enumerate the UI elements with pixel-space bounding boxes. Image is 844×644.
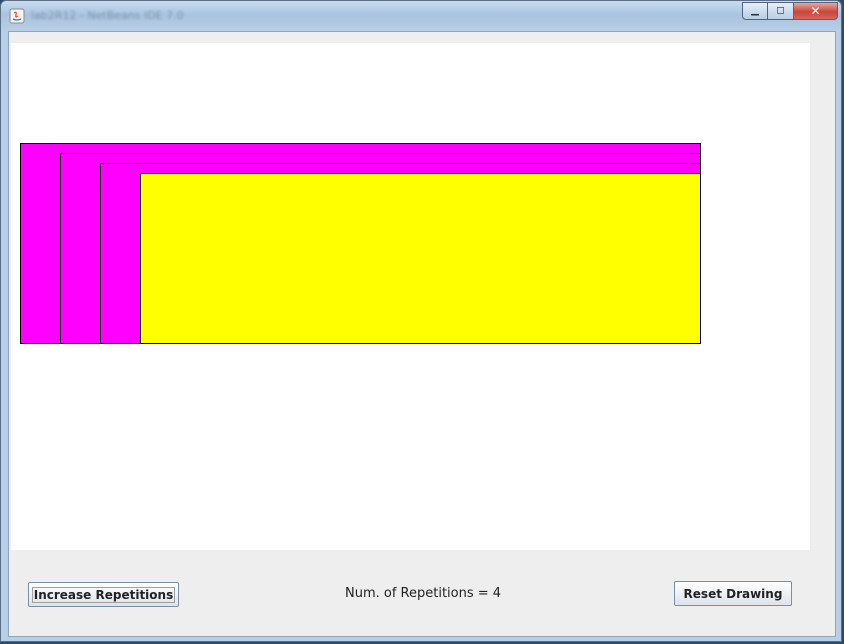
java-app-icon xyxy=(9,8,25,24)
maximize-icon: ◻ xyxy=(776,5,785,16)
increase-repetitions-button[interactable]: Increase Repetitions xyxy=(28,582,179,607)
drawing-canvas xyxy=(11,43,810,550)
repetitions-status: Num. of Repetitions = 4 xyxy=(345,586,502,601)
inner-rectangle xyxy=(140,173,701,344)
close-button[interactable]: ✕ xyxy=(794,2,838,20)
increase-repetitions-label: Increase Repetitions xyxy=(31,586,176,603)
minimize-icon: ▁ xyxy=(751,5,759,16)
close-icon: ✕ xyxy=(810,4,821,18)
minimize-button[interactable]: ▁ xyxy=(742,2,768,20)
window-controls: ▁ ◻ ✕ xyxy=(742,2,838,21)
window-title: lab2R12 - NetBeans IDE 7.0 xyxy=(31,9,184,22)
content-pane: Increase Repetitions Num. of Repetitions… xyxy=(8,31,836,637)
maximize-button[interactable]: ◻ xyxy=(768,2,794,20)
reset-drawing-label: Reset Drawing xyxy=(683,586,783,601)
app-window: lab2R12 - NetBeans IDE 7.0 ▁ ◻ ✕ Increas… xyxy=(0,0,842,642)
title-bar[interactable]: lab2R12 - NetBeans IDE 7.0 ▁ ◻ ✕ xyxy=(1,1,841,31)
reset-drawing-button[interactable]: Reset Drawing xyxy=(674,581,792,606)
